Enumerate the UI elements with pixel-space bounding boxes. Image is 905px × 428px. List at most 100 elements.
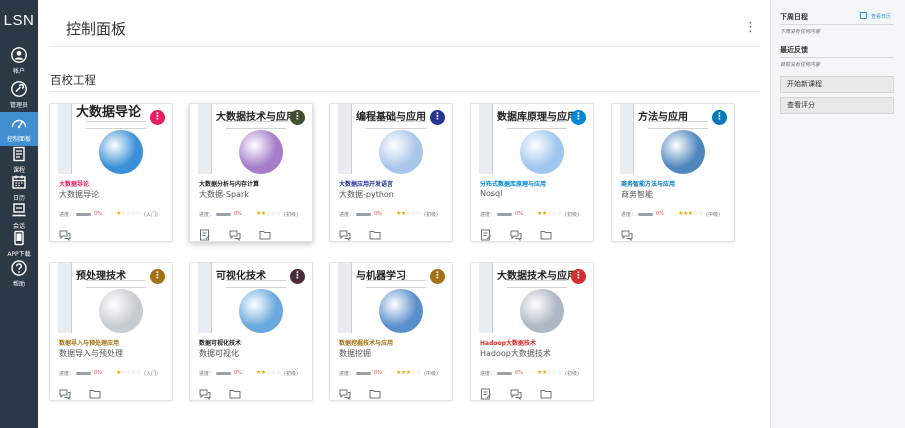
difficulty-level: (中级) — [706, 212, 720, 218]
course-name[interactable]: Hadoop大数据技术 — [480, 338, 590, 347]
course-name[interactable]: 数据导入与预处理应用 — [59, 338, 169, 347]
discussion-icon[interactable] — [59, 385, 71, 400]
discussion-icon[interactable] — [510, 226, 522, 241]
class-name: Hadoop大数据技术 — [480, 349, 551, 358]
course-cover-image[interactable]: 大数据导论 ⋮ — [50, 104, 172, 174]
difficulty-stars: ★★☆☆☆ — [537, 369, 562, 376]
course-menu-button[interactable]: ⋮ — [150, 269, 165, 284]
assignment-icon[interactable] — [480, 385, 492, 400]
course-cover-image[interactable]: 大数据技术与应用 ⋮ — [190, 104, 312, 174]
course-card[interactable]: 大数据技术与应用 ⋮ 大数据分析与内存计算 大数据-Spark 进度： 0% ★★☆☆☆ (初… — [189, 103, 313, 242]
course-menu-button[interactable]: ⋮ — [712, 110, 727, 125]
course-cover-image[interactable]: 方法与应用 ⋮ — [612, 104, 734, 174]
course-name[interactable]: 大数据导论 — [59, 179, 169, 188]
course-name[interactable]: 大数据应用开发语言 — [339, 179, 449, 188]
discussion-icon[interactable] — [621, 226, 633, 241]
sidebar-item-help[interactable]: 帮助 — [0, 257, 38, 291]
sidebar-item-dashboard[interactable]: 控制面板 — [0, 112, 38, 146]
course-card[interactable]: 大数据技术与应用 ⋮ Hadoop大数据技术 Hadoop大数据技术 进度： 0% ★★☆☆… — [470, 262, 594, 401]
class-name: 数据可视化 — [199, 349, 239, 358]
course-cover-image[interactable]: 数据库原理与应用 ⋮ — [471, 104, 593, 174]
progress-label: 进度： — [199, 212, 215, 218]
calendar-icon[interactable] — [860, 12, 867, 19]
course-card[interactable]: 预处理技术 ⋮ 数据导入与预处理应用 数据导入与预处理 进度： 0% ★☆☆☆☆ (入门) — [49, 262, 173, 401]
class-name: 数据导入与预处理 — [59, 349, 123, 358]
course-menu-button[interactable]: ⋮ — [571, 110, 586, 125]
course-card[interactable]: 编程基础与应用 ⋮ 大数据应用开发语言 大数据-python 进度： 0% ★★☆☆☆ (初级… — [329, 103, 453, 242]
course-cover-image[interactable]: 可视化技术 ⋮ — [190, 263, 312, 333]
class-name: 数据挖掘 — [339, 349, 371, 358]
book-author-lines — [366, 280, 426, 288]
course-cover-image[interactable]: 预处理技术 ⋮ — [50, 263, 172, 333]
upcoming-title: 下周日程 — [780, 13, 808, 21]
discussion-icon[interactable] — [339, 226, 351, 241]
cover-graphic — [520, 289, 564, 333]
cover-graphic — [520, 130, 564, 174]
course-card[interactable]: 大数据导论 ⋮ 大数据导论 大数据导论 进度： 0% ★☆☆☆☆ (入门) — [49, 103, 173, 242]
difficulty-level: (初级) — [565, 212, 579, 218]
folder-icon[interactable] — [89, 385, 101, 399]
course-menu-button[interactable]: ⋮ — [571, 269, 586, 284]
book-spine — [479, 104, 493, 174]
course-menu-button[interactable]: ⋮ — [430, 110, 445, 125]
course-card[interactable]: 数据库原理与应用 ⋮ 分布式数据库原理与应用 Nosql 进度： 0% ★★☆☆☆ (初级) — [470, 103, 594, 242]
course-card[interactable]: 可视化技术 ⋮ 数据可视化技术 数据可视化 进度： 0% ★★☆☆☆ (初级) — [189, 262, 313, 401]
course-cover-image[interactable]: 与机器学习 ⋮ — [330, 263, 452, 333]
folder-icon[interactable] — [229, 385, 241, 399]
course-cover-image[interactable]: 编程基础与应用 ⋮ — [330, 104, 452, 174]
assignment-icon[interactable] — [480, 226, 492, 241]
difficulty-stars: ★★★☆☆ — [396, 369, 421, 376]
course-menu-button[interactable]: ⋮ — [290, 110, 305, 125]
course-menu-button[interactable]: ⋮ — [290, 269, 305, 284]
lsn-logo[interactable]: LSN — [3, 12, 35, 29]
folder-icon[interactable] — [259, 226, 271, 240]
sidebar-item-admin[interactable]: 管理员 — [0, 78, 38, 112]
calendar-icon — [12, 175, 26, 189]
course-name[interactable]: 数据挖掘技术与应用 — [339, 338, 449, 347]
course-name[interactable]: 商务智能方法与应用 — [621, 179, 731, 188]
progress-value: 0% — [234, 211, 242, 217]
help-icon — [11, 260, 27, 276]
folder-icon[interactable] — [369, 226, 381, 240]
book-author-lines — [226, 121, 286, 129]
course-name[interactable]: 大数据分析与内存计算 — [199, 179, 309, 188]
progress-row: 进度： 0% ★★★☆☆ (中级) — [339, 369, 451, 378]
course-menu-button[interactable]: ⋮ — [150, 110, 165, 125]
course-card[interactable]: 方法与应用 ⋮ 商务智能方法与应用 商务智能 进度： 0% ★★★☆☆ (中级) — [611, 103, 735, 242]
course-card[interactable]: 与机器学习 ⋮ 数据挖掘技术与应用 数据挖掘进度： 0% ★★★☆☆ (中级) — [329, 262, 453, 401]
book-author-lines — [507, 121, 567, 129]
folder-icon[interactable] — [540, 226, 552, 240]
progress-value: 0% — [234, 370, 242, 376]
discussion-icon[interactable] — [59, 226, 71, 241]
discussion-icon[interactable] — [229, 226, 241, 241]
discussion-icon[interactable] — [339, 385, 351, 400]
sidebar-item-account[interactable]: 帐户 — [0, 44, 38, 78]
start-new-course-button[interactable]: 开始新课程 — [780, 76, 894, 93]
folder-icon[interactable] — [540, 385, 552, 399]
course-menu-button[interactable]: ⋮ — [430, 269, 445, 284]
difficulty-stars: ★★☆☆☆ — [256, 210, 281, 217]
course-name[interactable]: 分布式数据库原理与应用 — [480, 179, 590, 188]
discussion-icon[interactable] — [510, 385, 522, 400]
assignment-icon[interactable] — [199, 226, 211, 241]
view-calendar-link[interactable]: 查看日历 — [871, 13, 891, 20]
progress-row: 进度： 0% ★★☆☆☆ (初级) — [339, 210, 451, 219]
difficulty-stars: ★★☆☆☆ — [256, 369, 281, 376]
progress-label: 进度： — [621, 212, 637, 218]
course-cover-image[interactable]: 大数据技术与应用 ⋮ — [471, 263, 593, 333]
discussion-icon[interactable] — [199, 385, 211, 400]
view-grades-button[interactable]: 查看评分 — [780, 97, 894, 114]
page-menu-button[interactable]: ⋮ — [744, 21, 757, 34]
book-author-lines — [648, 121, 708, 129]
app-window: LSN 帐户 管理员 控制面板 课程 日历 会话 APP下载 帮助 控制面板 ⋮… — [0, 0, 905, 428]
cover-graphic — [99, 289, 143, 333]
account-icon — [11, 47, 27, 63]
difficulty-level: (初级) — [424, 212, 438, 218]
cover-graphic — [379, 130, 423, 174]
sidebar-item-app-download[interactable]: APP下载 — [0, 227, 38, 261]
progress-label: 进度： — [480, 371, 496, 377]
folder-icon[interactable] — [369, 385, 381, 399]
book-spine — [58, 263, 72, 333]
course-name[interactable]: 数据可视化技术 — [199, 338, 309, 347]
title-divider — [50, 46, 760, 47]
